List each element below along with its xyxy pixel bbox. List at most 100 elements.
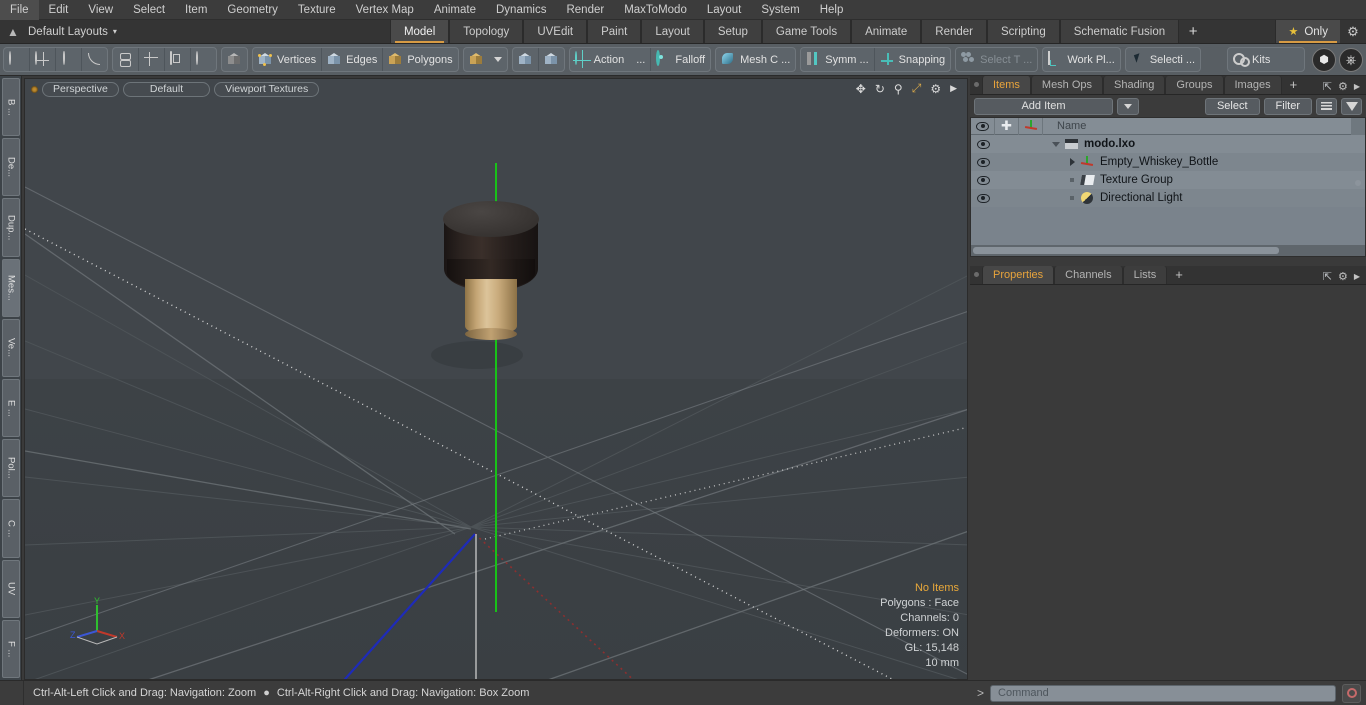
unreal-badge-icon[interactable]: ⎈ [1339, 47, 1363, 72]
eye-icon[interactable] [971, 118, 995, 135]
items-panel-led-icon[interactable] [970, 75, 982, 94]
tab-images[interactable]: Images [1223, 76, 1282, 94]
select-button[interactable]: Select [1204, 97, 1260, 115]
menu-item-dynamics[interactable]: Dynamics [486, 0, 556, 20]
eye-icon[interactable] [971, 193, 995, 203]
left-tab-4[interactable]: Ve... [2, 318, 20, 378]
eye-icon[interactable] [971, 157, 995, 167]
duplicate-icon[interactable] [113, 48, 138, 71]
item-list-row[interactable]: Directional Light [971, 189, 1365, 207]
tab-shading[interactable]: Shading [1103, 76, 1166, 94]
menu-item-system[interactable]: System [751, 0, 809, 20]
add-layout-tab-button[interactable]: + [1179, 20, 1208, 43]
layout-tab-topology[interactable]: Topology [449, 20, 524, 43]
left-tab-9[interactable]: F ... [2, 619, 20, 679]
properties-panel-led-icon[interactable] [970, 265, 982, 284]
menu-item-edit[interactable]: Edit [39, 0, 79, 20]
transform-cell[interactable] [1019, 153, 1043, 171]
left-tab-3[interactable]: Mes... [2, 258, 20, 317]
twisty-icon[interactable] [1067, 196, 1077, 200]
layout-tab-animate[interactable]: Animate [851, 20, 922, 43]
item-list-row[interactable]: Empty_Whiskey_Bottle [971, 153, 1365, 171]
item-list-row[interactable]: modo.lxo [971, 135, 1365, 153]
sphere-icon[interactable] [4, 48, 29, 71]
expand-icon[interactable]: ⇱ [1323, 270, 1332, 283]
chevron-right-icon[interactable]: ▶ [1354, 272, 1360, 281]
layout-tab-render[interactable]: Render [921, 20, 987, 43]
layout-tab-setup[interactable]: Setup [703, 20, 762, 43]
plus-icon[interactable]: ✚ [995, 118, 1019, 135]
add-properties-tab-button[interactable]: + [1167, 266, 1191, 284]
axis-icon[interactable] [1019, 118, 1043, 135]
item-list-hscrollbar[interactable] [971, 245, 1365, 256]
twisty-icon[interactable] [1051, 141, 1061, 147]
left-tab-6[interactable]: Pol... [2, 439, 20, 498]
filter-button[interactable]: Filter [1263, 97, 1312, 115]
menu-item-vertex-map[interactable]: Vertex Map [346, 0, 424, 20]
twisty-icon[interactable] [1067, 158, 1077, 166]
ellipse-icon[interactable] [190, 48, 216, 71]
rotate-icon[interactable]: ↻ [875, 82, 885, 96]
selection-mode-dropdown[interactable] [489, 48, 507, 71]
menu-item-animate[interactable]: Animate [424, 0, 486, 20]
mode-edges-button[interactable]: Edges [321, 48, 382, 71]
menu-item-render[interactable]: Render [556, 0, 614, 20]
work-plane-button[interactable]: Work Pl... [1043, 48, 1119, 71]
tab-lists[interactable]: Lists [1122, 266, 1168, 284]
home-icon[interactable]: ▲ [0, 20, 26, 43]
lock-cell[interactable] [995, 189, 1019, 207]
selection-set-button[interactable]: Selecti ... [1126, 48, 1200, 71]
selection-cube-icon[interactable] [464, 48, 489, 71]
gear-icon[interactable]: ⚙ [1338, 270, 1348, 283]
select-tool-a-icon[interactable] [513, 48, 538, 71]
select-tool-b-icon[interactable] [537, 48, 564, 71]
move-icon[interactable]: ✥ [856, 82, 866, 96]
layout-tab-layout[interactable]: Layout [641, 20, 704, 43]
falloff-button[interactable]: Falloff [650, 48, 710, 71]
item-row-label[interactable]: Texture Group [1043, 174, 1173, 186]
add-item-dropdown[interactable] [1116, 97, 1139, 115]
item-list-row[interactable]: Texture Group [971, 171, 1365, 189]
capsule-icon[interactable] [55, 48, 81, 71]
left-tab-5[interactable]: E ... [2, 379, 20, 438]
list-view-icon[interactable] [1316, 97, 1337, 115]
menu-item-item[interactable]: Item [175, 0, 217, 20]
bottle-cap-model[interactable] [443, 201, 539, 340]
gear-icon[interactable]: ⚙ [930, 82, 941, 96]
command-input[interactable] [990, 684, 1336, 702]
mesh-constraint-button[interactable]: Mesh C ... [716, 48, 795, 71]
layout-tab-schematic-fusion[interactable]: Schematic Fusion [1059, 20, 1180, 43]
menu-item-view[interactable]: View [78, 0, 123, 20]
layout-tab-model[interactable]: Model [389, 20, 450, 43]
gear-icon[interactable]: ⚙ [1338, 80, 1348, 93]
default-layouts-dropdown[interactable]: Default Layouts ▾ [26, 20, 125, 43]
menu-item-geometry[interactable]: Geometry [217, 0, 288, 20]
viewport-indicator-icon[interactable] [31, 85, 38, 93]
menu-item-maxtomodo[interactable]: MaxToModo [614, 0, 697, 20]
layout-tab-game-tools[interactable]: Game Tools [761, 20, 852, 43]
layout-tab-uvedit[interactable]: UVEdit [523, 20, 588, 43]
item-list[interactable]: ✚ Name modo.lxo Empty_Whiskey_Bottle Textu… [970, 117, 1366, 257]
mesh-icon[interactable] [138, 48, 164, 71]
item-row-label[interactable]: Directional Light [1043, 192, 1182, 204]
layout-tab-paint[interactable]: Paint [587, 20, 642, 43]
left-tab-2[interactable]: Dup... [2, 198, 20, 257]
left-tab-1[interactable]: De... [2, 138, 20, 197]
tab-properties[interactable]: Properties [982, 266, 1055, 284]
select-through-button[interactable]: Select T ... [956, 48, 1037, 71]
gear-icon[interactable]: ⚙ [1340, 20, 1366, 43]
stop-record-icon[interactable] [1342, 683, 1361, 703]
mode-vertices-button[interactable]: Vertices [253, 48, 321, 71]
menu-item-select[interactable]: Select [123, 0, 175, 20]
transform-cell[interactable] [1019, 189, 1043, 207]
left-tab-8[interactable]: UV [2, 559, 20, 618]
square-icon[interactable] [164, 48, 190, 71]
lock-cell[interactable] [995, 153, 1019, 171]
snapping-button[interactable]: Snapping [873, 48, 951, 71]
tab-items[interactable]: Items [982, 76, 1031, 94]
layout-tab-scripting[interactable]: Scripting [986, 20, 1060, 43]
modo-badge-icon[interactable]: ⬢ [1312, 47, 1336, 72]
expand-icon[interactable]: ⇱ [1323, 80, 1332, 93]
action-center-button[interactable]: Action ... [570, 48, 651, 71]
tab-groups[interactable]: Groups [1165, 76, 1224, 94]
